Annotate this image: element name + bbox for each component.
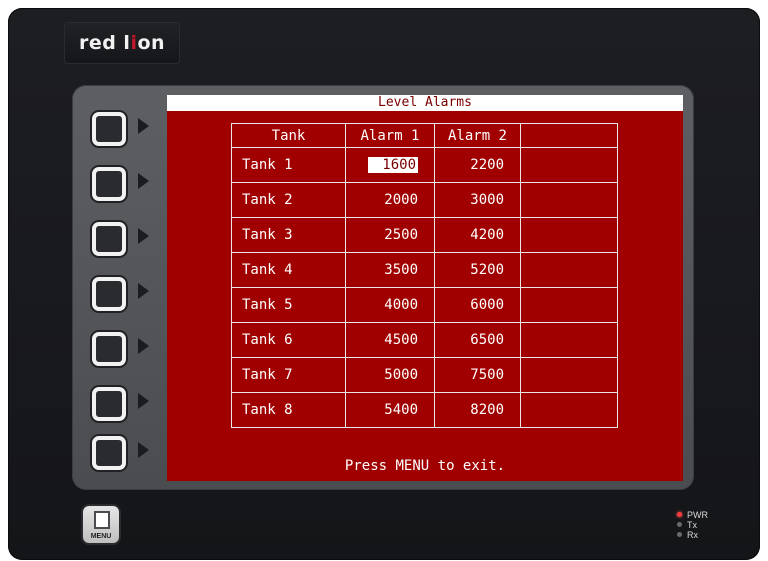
softkey-4[interactable]	[82, 275, 149, 311]
tank-name: Tank 6	[231, 322, 346, 358]
table-row: Tank 2 2000 3000	[231, 182, 618, 218]
exit-hint: Press MENU to exit.	[344, 458, 506, 474]
alarm-1-value[interactable]: 5400	[345, 392, 435, 428]
arrow-right-icon	[138, 442, 149, 458]
menu-button[interactable]: MENU	[83, 506, 119, 543]
empty-cell	[520, 252, 618, 288]
softkey-1[interactable]	[82, 110, 149, 146]
alarm-2-value[interactable]: 4200	[434, 217, 521, 253]
softkey-2[interactable]	[82, 165, 149, 201]
table-row: Tank 7 5000 7500	[231, 357, 618, 393]
alarm-2-value[interactable]: 3000	[434, 182, 521, 218]
softkey-7-button[interactable]	[92, 436, 126, 470]
alarm-1-value[interactable]: 4000	[345, 287, 435, 323]
arrow-right-icon	[138, 118, 149, 134]
table-header-row: Tank Alarm 1 Alarm 2	[231, 123, 618, 148]
empty-cell	[520, 392, 618, 428]
tank-name: Tank 4	[231, 252, 346, 288]
led-indicator-icon	[677, 532, 682, 537]
softkey-1-button[interactable]	[92, 112, 126, 146]
arrow-right-icon	[138, 283, 149, 299]
document-icon	[94, 511, 110, 529]
alarm-2-value[interactable]: 6000	[434, 287, 521, 323]
alarm-1-value[interactable]: 2500	[345, 217, 435, 253]
empty-cell	[520, 287, 618, 323]
tank-name: Tank 8	[231, 392, 346, 428]
empty-cell	[520, 357, 618, 393]
arrow-right-icon	[138, 393, 149, 409]
table-row: Tank 3 2500 4200	[231, 217, 618, 253]
alarm-1-value[interactable]: 2000	[345, 182, 435, 218]
softkey-4-button[interactable]	[92, 277, 126, 311]
header-alarm-1: Alarm 1	[345, 123, 435, 148]
alarm-2-value[interactable]: 2200	[434, 147, 521, 183]
hmi-screen: Level Alarms Tank Alarm 1 Alarm 2 Tank 1…	[167, 95, 683, 481]
table-row: Tank 4 3500 5200	[231, 252, 618, 288]
softkey-3[interactable]	[82, 220, 149, 256]
brand-text-pre: red l	[78, 32, 131, 54]
alarm-2-value[interactable]: 7500	[434, 357, 521, 393]
tank-name: Tank 5	[231, 287, 346, 323]
table-row: Tank 5 4000 6000	[231, 287, 618, 323]
led-rx: Rx	[675, 530, 708, 540]
led-indicator-icon	[677, 512, 682, 517]
menu-button-label: MENU	[90, 533, 112, 540]
empty-cell	[520, 147, 618, 183]
alarm-1-value[interactable]: 5000	[345, 357, 435, 393]
softkey-2-button[interactable]	[92, 167, 126, 201]
brand-logo: red lion	[64, 22, 180, 64]
table-row: Tank 6 4500 6500	[231, 322, 618, 358]
arrow-right-icon	[138, 228, 149, 244]
header-tank: Tank	[231, 123, 346, 148]
softkey-6-button[interactable]	[92, 387, 126, 421]
tank-name: Tank 3	[231, 217, 346, 253]
table-row: Tank 1 1600 2200	[231, 147, 618, 183]
arrow-right-icon	[138, 173, 149, 189]
led-indicator-icon	[677, 522, 682, 527]
table-row: Tank 8 5400 8200	[231, 392, 618, 428]
tank-name: Tank 2	[231, 182, 346, 218]
tank-name: Tank 1	[231, 147, 346, 183]
alarm-2-value[interactable]: 8200	[434, 392, 521, 428]
led-tx: Tx	[675, 520, 708, 530]
softkey-6[interactable]	[82, 385, 149, 421]
alarm-1-value[interactable]: 1600	[345, 147, 435, 183]
selected-field[interactable]: 1600	[368, 157, 418, 173]
tank-name: Tank 7	[231, 357, 346, 393]
alarm-2-value[interactable]: 5200	[434, 252, 521, 288]
empty-cell	[520, 217, 618, 253]
screen-title: Level Alarms	[167, 95, 683, 111]
softkey-3-button[interactable]	[92, 222, 126, 256]
softkey-5-button[interactable]	[92, 332, 126, 366]
header-empty	[520, 123, 618, 148]
brand-text-post: on	[137, 32, 166, 54]
empty-cell	[520, 322, 618, 358]
arrow-right-icon	[138, 338, 149, 354]
led-label: Rx	[687, 530, 698, 540]
led-label: Tx	[687, 520, 697, 530]
alarm-2-value[interactable]: 6500	[434, 322, 521, 358]
level-alarms-table: Tank Alarm 1 Alarm 2 Tank 1 1600 2200 Ta…	[231, 123, 618, 428]
led-label: PWR	[687, 510, 708, 520]
alarm-1-value[interactable]: 3500	[345, 252, 435, 288]
softkey-5[interactable]	[82, 330, 149, 366]
header-alarm-2: Alarm 2	[434, 123, 521, 148]
empty-cell	[520, 182, 618, 218]
softkey-7[interactable]	[82, 434, 149, 470]
status-leds: PWR Tx Rx	[675, 510, 708, 540]
alarm-1-value[interactable]: 4500	[345, 322, 435, 358]
led-pwr: PWR	[675, 510, 708, 520]
